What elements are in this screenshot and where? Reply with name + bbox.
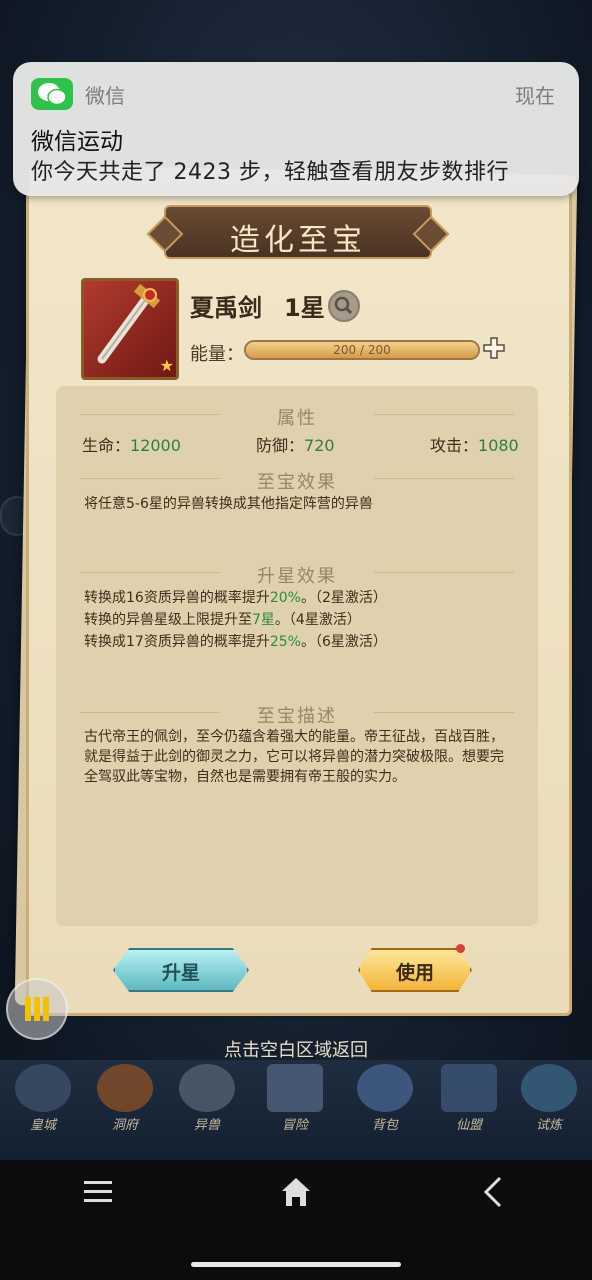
atk-label: 攻击： bbox=[430, 436, 479, 455]
nav-item-city[interactable]: 皇城 bbox=[10, 1064, 76, 1136]
panel-title: 造化至宝 bbox=[230, 223, 366, 258]
nav-label: 背包 bbox=[371, 1118, 398, 1133]
star-icon: ★ bbox=[159, 356, 174, 375]
energy-value: 200 / 200 bbox=[333, 343, 391, 357]
nav-label: 皇城 bbox=[29, 1118, 56, 1133]
add-energy-button[interactable] bbox=[482, 336, 506, 360]
notification-time: 现在 bbox=[515, 84, 555, 108]
nav-item-beast[interactable]: 异兽 bbox=[174, 1064, 240, 1136]
treasure-effect-text: 将任意5-6星的异兽转换成其他指定阵营的异兽 bbox=[84, 496, 373, 512]
menu-button[interactable] bbox=[76, 1172, 120, 1212]
nav-label: 冒险 bbox=[281, 1118, 308, 1133]
star-effect-line: 转换的异兽星级上限提升至7星。（4星激活） bbox=[84, 610, 361, 630]
line-highlight: 7星 bbox=[252, 612, 275, 628]
item-stars: 1星 bbox=[284, 294, 325, 322]
attributes-heading: 属性 bbox=[277, 408, 317, 429]
line-suffix: 。（2星激活） bbox=[300, 590, 387, 606]
alliance-icon bbox=[441, 1064, 497, 1112]
use-label: 使用 bbox=[395, 962, 434, 984]
star-effect-line: 转换成16资质异兽的概率提升20%。（2星激活） bbox=[84, 588, 387, 608]
home-button[interactable] bbox=[274, 1172, 318, 1212]
energy-label: 能量： bbox=[190, 344, 244, 365]
line-suffix: 。（4星激活） bbox=[274, 612, 361, 628]
adventure-icon bbox=[267, 1064, 323, 1112]
nav-item-cave[interactable]: 洞府 bbox=[92, 1064, 158, 1136]
def-stat: 防御：720 bbox=[256, 432, 335, 456]
menu-icon bbox=[84, 1181, 112, 1202]
hp-stat: 生命：12000 bbox=[82, 432, 181, 456]
trial-icon bbox=[521, 1064, 577, 1112]
home-icon bbox=[282, 1178, 310, 1206]
item-name: 夏禹剑 bbox=[190, 294, 262, 322]
signal-bars-icon bbox=[25, 997, 49, 1021]
line-suffix: 。（6星激活） bbox=[300, 634, 387, 650]
nav-label: 仙盟 bbox=[455, 1118, 482, 1133]
atk-value: 1080 bbox=[478, 436, 519, 455]
line-highlight: 20% bbox=[269, 590, 301, 606]
nav-label: 试炼 bbox=[535, 1118, 562, 1133]
beast-icon bbox=[179, 1064, 235, 1112]
line-highlight: 25% bbox=[269, 634, 301, 650]
wechat-icon bbox=[31, 78, 73, 110]
city-icon bbox=[15, 1064, 71, 1112]
details-area bbox=[56, 386, 538, 926]
line-text: 转换的异兽星级上限提升至 bbox=[84, 612, 252, 628]
wechat-notification[interactable]: 微信 现在 微信运动 你今天共走了 2423 步，轻触查看朋友步数排行 bbox=[13, 62, 579, 196]
floating-assistant-button[interactable] bbox=[6, 978, 68, 1040]
star-effect-line: 转换成17资质异兽的概率提升25%。（6星激活） bbox=[84, 632, 387, 652]
notification-body: 你今天共走了 2423 步，轻触查看朋友步数排行 bbox=[31, 160, 509, 185]
description-heading: 至宝描述 bbox=[257, 706, 337, 727]
back-button[interactable] bbox=[472, 1172, 516, 1212]
gesture-bar bbox=[191, 1262, 401, 1267]
nav-item-adventure[interactable]: 冒险 bbox=[262, 1064, 328, 1136]
nav-item-bag[interactable]: 背包 bbox=[352, 1064, 418, 1136]
title-plaque: 造化至宝 bbox=[164, 205, 432, 259]
tap-blank-to-return-hint: 点击空白区域返回 bbox=[224, 1040, 368, 1061]
def-value: 720 bbox=[304, 436, 335, 455]
hp-label: 生命： bbox=[82, 436, 131, 455]
upgrade-label: 升星 bbox=[161, 962, 200, 984]
notification-title: 微信运动 bbox=[31, 129, 123, 155]
notification-app-name: 微信 bbox=[85, 84, 125, 108]
nav-item-trial[interactable]: 试炼 bbox=[516, 1064, 582, 1136]
nav-label: 洞府 bbox=[111, 1118, 138, 1133]
nav-item-alliance[interactable]: 仙盟 bbox=[436, 1064, 502, 1136]
def-label: 防御： bbox=[256, 436, 305, 455]
treasure-effect-heading: 至宝效果 bbox=[257, 472, 337, 493]
nav-label: 异兽 bbox=[193, 1118, 220, 1133]
back-icon bbox=[483, 1176, 502, 1208]
line-text: 转换成17资质异兽的概率提升 bbox=[84, 634, 270, 650]
sword-item-icon[interactable]: ★ bbox=[81, 278, 179, 380]
notification-dot bbox=[456, 944, 465, 953]
star-effect-heading: 升星效果 bbox=[257, 566, 337, 587]
atk-stat: 攻击：1080 bbox=[430, 432, 519, 456]
upgrade-star-button[interactable]: 升星 bbox=[113, 948, 249, 992]
description-text: 古代帝王的佩剑，至今仍蕴含着强大的能量。帝王征战，百战百胜，就是得益于此剑的御灵… bbox=[84, 729, 504, 785]
bag-icon bbox=[357, 1064, 413, 1112]
cave-icon bbox=[97, 1064, 153, 1112]
use-button[interactable]: 使用 bbox=[358, 948, 472, 992]
line-text: 转换成16资质异兽的概率提升 bbox=[84, 590, 270, 606]
magnify-icon[interactable] bbox=[328, 290, 360, 322]
hp-value: 12000 bbox=[130, 436, 181, 455]
